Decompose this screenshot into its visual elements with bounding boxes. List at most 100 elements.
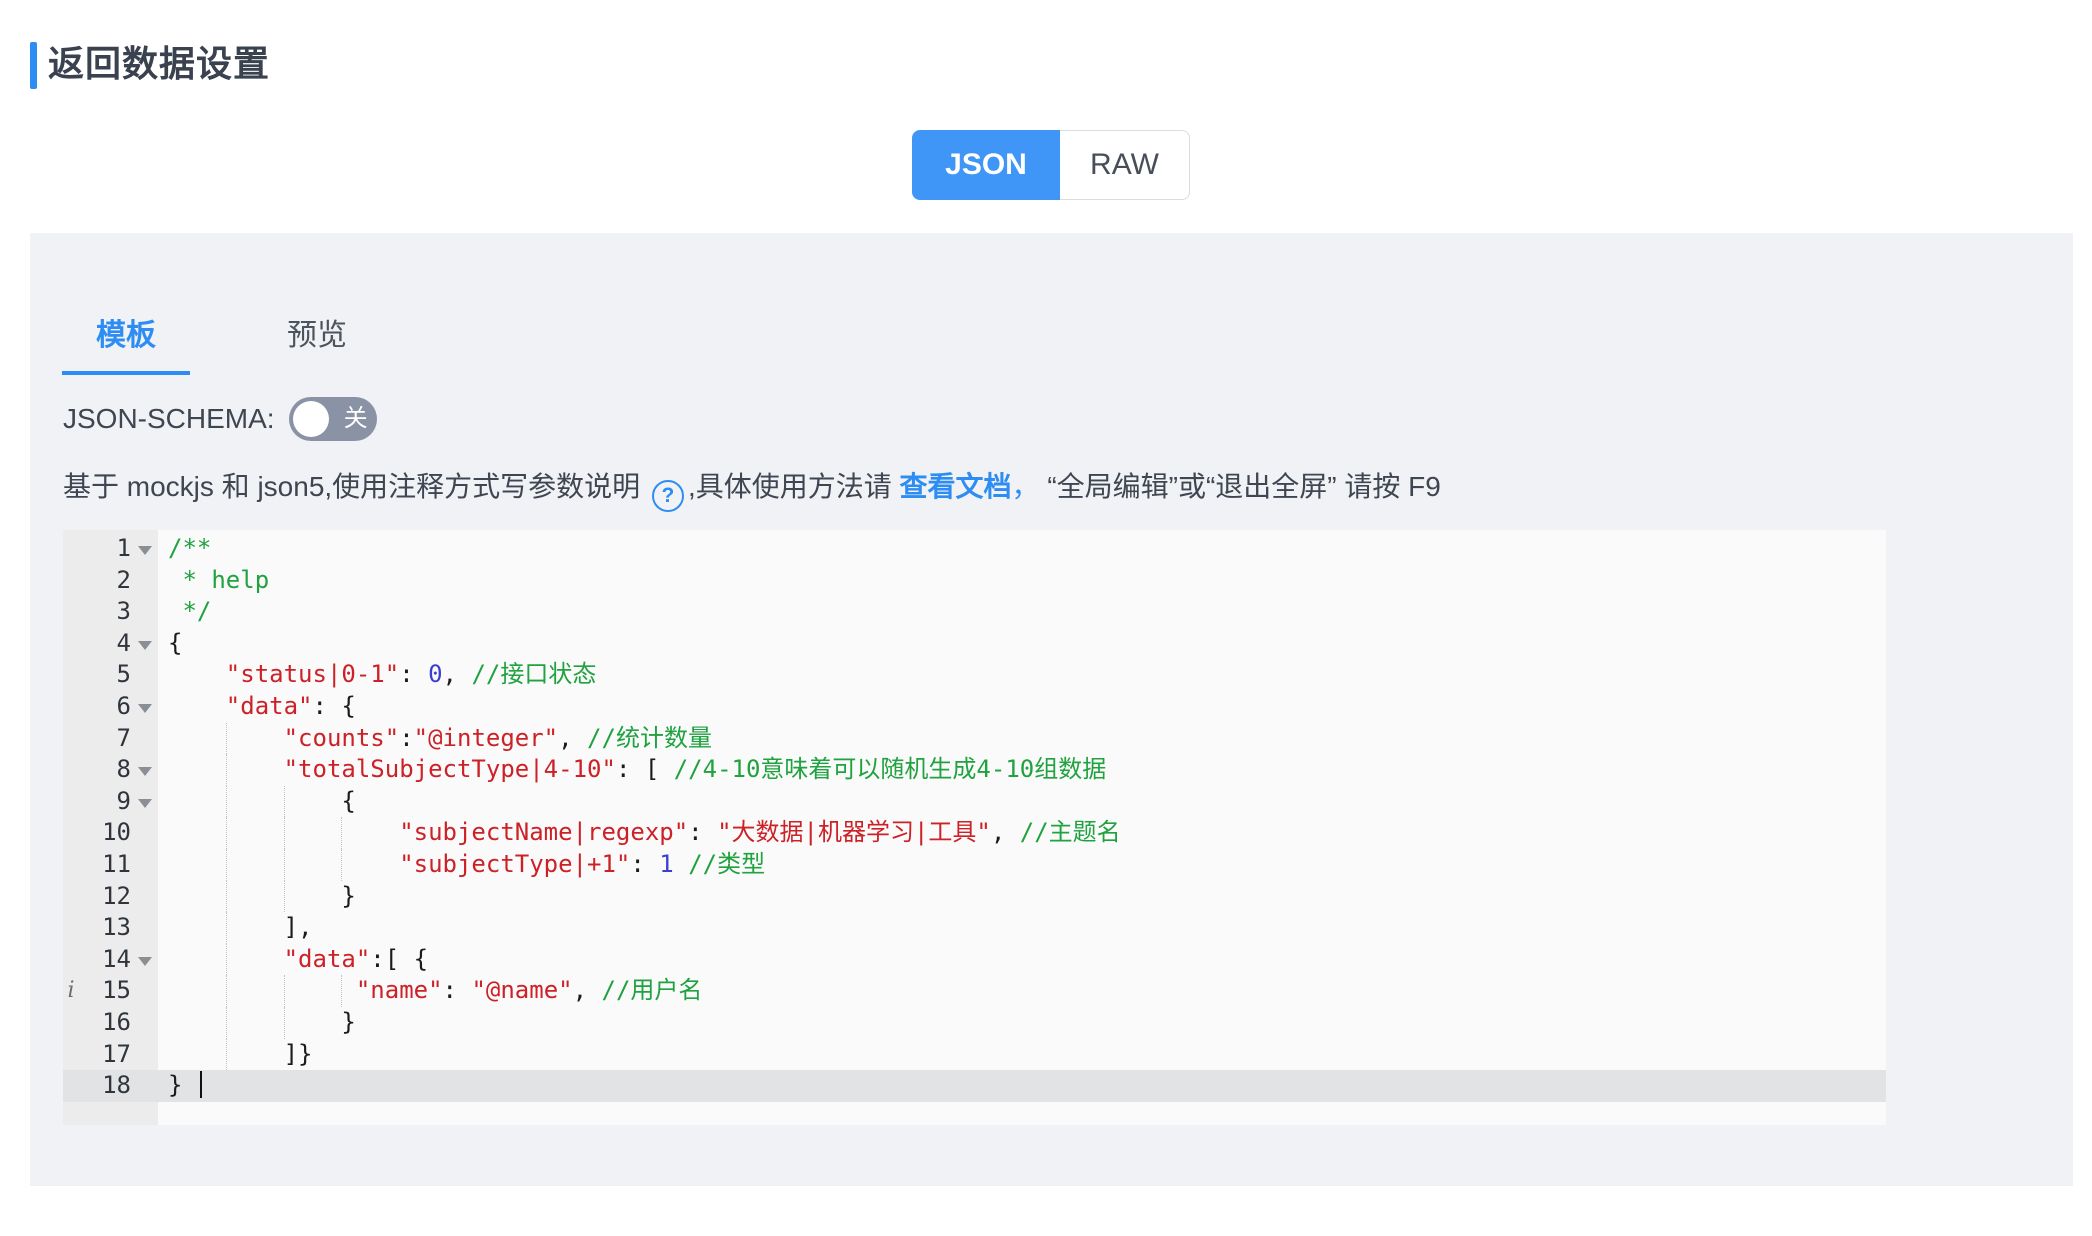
- code-token: ,: [991, 818, 1020, 846]
- info-marker-icon: [63, 786, 79, 818]
- fold-slot: [131, 849, 158, 881]
- gutter-cell: i15: [63, 975, 158, 1007]
- editor-line[interactable]: 11 "subjectType|+1": 1 //类型: [63, 849, 1886, 881]
- code-token: */: [168, 597, 211, 625]
- instruction-prefix: 基于 mockjs 和 json5,使用注释方式写参数说明: [63, 471, 648, 502]
- editor-line[interactable]: 8 "totalSubjectType|4-10": [ //4-10意味着可以…: [63, 754, 1886, 786]
- code-line[interactable]: "subjectType|+1": 1 //类型: [158, 849, 1886, 881]
- code-line[interactable]: "totalSubjectType|4-10": [ //4-10意味着可以随机…: [158, 754, 1886, 786]
- code-token: "counts": [284, 724, 400, 752]
- code-token: ,: [573, 976, 602, 1004]
- code-line[interactable]: {: [158, 786, 1886, 818]
- code-line[interactable]: */: [158, 596, 1886, 628]
- line-number: 1: [79, 533, 131, 565]
- gutter-cell: 13: [63, 912, 158, 944]
- code-line[interactable]: }: [158, 1070, 1886, 1102]
- tab-模板[interactable]: 模板: [62, 293, 190, 375]
- line-number: 17: [79, 1039, 131, 1071]
- gutter-cell: 7: [63, 723, 158, 755]
- json-schema-toggle[interactable]: 关: [289, 397, 377, 441]
- code-editor[interactable]: 1 /**2 * help3 */4{5 "status|0-1": 0, //接…: [63, 530, 1886, 1125]
- code-token: :: [399, 724, 413, 752]
- toggle-state-label: 关: [339, 397, 373, 441]
- indent-guide: [341, 849, 342, 881]
- code-line[interactable]: "status|0-1": 0, //接口状态: [158, 659, 1886, 691]
- fold-arrow-icon[interactable]: [138, 957, 152, 966]
- editor-line[interactable]: 1 /**: [63, 533, 1886, 565]
- fold-arrow-icon[interactable]: [138, 704, 152, 713]
- editor-line[interactable]: 12 }: [63, 881, 1886, 913]
- editor-line[interactable]: 10 "subjectName|regexp": "大数据|机器学习|工具", …: [63, 817, 1886, 849]
- line-number: 11: [79, 849, 131, 881]
- editor-line[interactable]: 13 ],: [63, 912, 1886, 944]
- editor-line[interactable]: 18}: [63, 1070, 1886, 1102]
- fold-slot: [131, 628, 158, 660]
- code-line[interactable]: {: [158, 628, 1886, 660]
- indent-guide: [284, 975, 285, 1007]
- fold-slot: [131, 817, 158, 849]
- fold-arrow-icon[interactable]: [138, 799, 152, 808]
- fold-slot: [131, 944, 158, 976]
- code-token: "subjectType|+1": [399, 850, 630, 878]
- format-option-raw[interactable]: RAW: [1060, 130, 1190, 200]
- indent-guide: [341, 817, 342, 849]
- indent-guide: [284, 849, 285, 881]
- code-line[interactable]: ]}: [158, 1039, 1886, 1071]
- editor-line[interactable]: 5 "status|0-1": 0, //接口状态: [63, 659, 1886, 691]
- info-marker-icon: i: [63, 975, 79, 1007]
- gutter-cell: 18: [63, 1070, 158, 1102]
- code-line[interactable]: "counts":"@integer", //统计数量: [158, 723, 1886, 755]
- fold-arrow-icon[interactable]: [138, 641, 152, 650]
- code-line[interactable]: "data":[ {: [158, 944, 1886, 976]
- code-token: {: [168, 787, 356, 815]
- code-token: "status|0-1": [226, 660, 399, 688]
- info-marker-icon: [63, 691, 79, 723]
- code-token: :: [399, 660, 428, 688]
- code-line[interactable]: "data": {: [158, 691, 1886, 723]
- code-token: }: [168, 1071, 197, 1099]
- code-token: }: [168, 1008, 356, 1036]
- tab-预览[interactable]: 预览: [253, 293, 381, 375]
- info-marker-icon: [63, 849, 79, 881]
- info-marker-icon: [63, 1070, 79, 1102]
- code-line[interactable]: }: [158, 1007, 1886, 1039]
- editor-line[interactable]: 7 "counts":"@integer", //统计数量: [63, 723, 1886, 755]
- line-number: 18: [79, 1070, 131, 1102]
- fold-slot: [131, 723, 158, 755]
- code-line[interactable]: "subjectName|regexp": "大数据|机器学习|工具", //主…: [158, 817, 1886, 849]
- code-token: 1: [659, 850, 673, 878]
- code-line[interactable]: * help: [158, 565, 1886, 597]
- gutter-cell: 5: [63, 659, 158, 691]
- editor-line[interactable]: 3 */: [63, 596, 1886, 628]
- format-option-json[interactable]: JSON: [912, 130, 1060, 200]
- fold-slot: [131, 533, 158, 565]
- fold-arrow-icon[interactable]: [138, 546, 152, 555]
- editor-line[interactable]: 6 "data": {: [63, 691, 1886, 723]
- code-token: : [: [616, 755, 674, 783]
- editor-line[interactable]: 14 "data":[ {: [63, 944, 1886, 976]
- code-line[interactable]: /**: [158, 533, 1886, 565]
- line-number: 10: [79, 817, 131, 849]
- indent-guide: [284, 817, 285, 849]
- code-line[interactable]: ],: [158, 912, 1886, 944]
- code-token: "@name": [471, 976, 572, 1004]
- gutter-cell: 14: [63, 944, 158, 976]
- editor-line[interactable]: i15 "name": "@name", //用户名: [63, 975, 1886, 1007]
- code-line[interactable]: }: [158, 881, 1886, 913]
- view-docs-link[interactable]: 查看文档: [900, 471, 1012, 502]
- line-number: 16: [79, 1007, 131, 1039]
- indent-guide: [341, 975, 342, 1007]
- editor-line[interactable]: 9 {: [63, 786, 1886, 818]
- help-question-icon[interactable]: ?: [652, 480, 684, 512]
- code-token: "subjectName|regexp": [399, 818, 688, 846]
- info-marker-icon: [63, 659, 79, 691]
- fold-arrow-icon[interactable]: [138, 767, 152, 776]
- editor-line[interactable]: 2 * help: [63, 565, 1886, 597]
- fold-slot: [131, 975, 158, 1007]
- editor-line[interactable]: 17 ]}: [63, 1039, 1886, 1071]
- toggle-knob-icon: [293, 401, 329, 437]
- editor-line[interactable]: 4{: [63, 628, 1886, 660]
- code-line[interactable]: "name": "@name", //用户名: [158, 975, 1886, 1007]
- info-marker-icon: [63, 1007, 79, 1039]
- editor-line[interactable]: 16 }: [63, 1007, 1886, 1039]
